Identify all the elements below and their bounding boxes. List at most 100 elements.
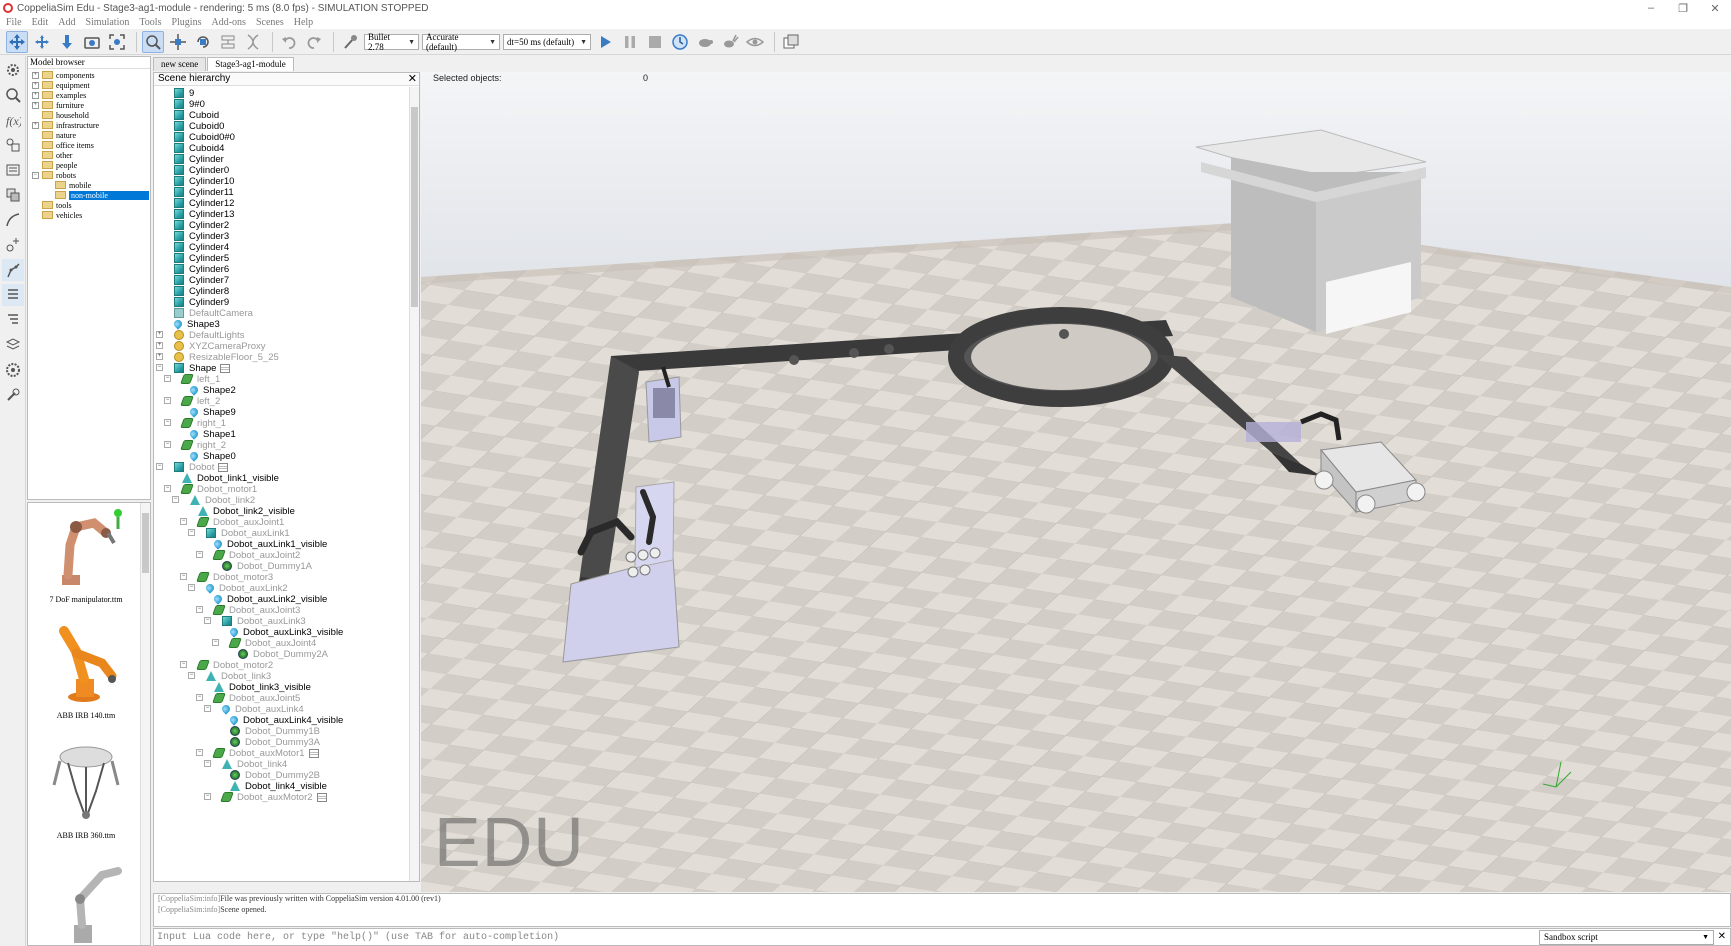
expand-icon[interactable]: +	[32, 91, 39, 99]
collapse-icon[interactable]: −	[196, 694, 203, 701]
model-folder-tools[interactable]: tools	[28, 200, 150, 210]
model-folder-components[interactable]: + components	[28, 70, 150, 80]
model-thumbnail-robot-4[interactable]	[36, 859, 136, 946]
tree-item[interactable]: Dobot_auxMotor2	[220, 791, 327, 803]
expand-icon[interactable]: +	[156, 353, 163, 360]
camera-pan-button[interactable]	[6, 30, 28, 53]
user-settings-button[interactable]	[2, 359, 24, 381]
path-edit-button[interactable]	[2, 209, 24, 231]
menu-simulation[interactable]: Simulation	[85, 17, 129, 28]
close-icon[interactable]: ✕	[1718, 931, 1726, 942]
fit-to-view-button[interactable]	[106, 31, 128, 53]
model-folder-vehicles[interactable]: vehicles	[28, 210, 150, 220]
collapse-icon[interactable]: −	[212, 639, 219, 646]
close-icon[interactable]: ✕	[408, 72, 417, 85]
menu-edit[interactable]: Edit	[32, 17, 49, 28]
scrollbar-thumb[interactable]	[142, 513, 149, 573]
collapse-icon[interactable]: −	[204, 793, 211, 800]
camera-angle-button[interactable]	[81, 31, 103, 53]
model-thumbnail-7dof[interactable]: 7 DoF manipulator.ttm	[36, 505, 136, 604]
menu-help[interactable]: Help	[294, 17, 313, 28]
model-folder-robots[interactable]: − robots	[28, 170, 150, 180]
slow-down-button[interactable]	[694, 31, 716, 53]
collapse-icon[interactable]: −	[204, 705, 211, 712]
expand-icon[interactable]: +	[32, 81, 39, 89]
script-icon[interactable]	[218, 462, 229, 472]
timestep-select[interactable]: dt=50 ms (default) ▼	[503, 33, 591, 50]
collapse-icon[interactable]: −	[32, 171, 39, 179]
collapse-icon[interactable]: −	[188, 529, 195, 536]
collapse-icon[interactable]: −	[164, 419, 171, 426]
tab-stage3-ag1-module[interactable]: Stage3-ag1-module	[207, 57, 294, 71]
stop-simulation-button[interactable]	[644, 31, 666, 53]
lua-command-input[interactable]: Input Lua code here, or type "help()" (u…	[154, 932, 1539, 943]
camera-shift-button[interactable]	[56, 31, 78, 53]
model-folder-equipment[interactable]: + equipment	[28, 80, 150, 90]
dynamics-content-button[interactable]	[339, 31, 361, 53]
collapse-icon[interactable]: −	[180, 518, 187, 525]
thumbnails-scrollbar[interactable]	[140, 503, 150, 945]
page-selector-button[interactable]	[780, 31, 802, 53]
scrollbar-thumb[interactable]	[411, 107, 418, 307]
menu-tools[interactable]: Tools	[139, 17, 161, 28]
undo-button[interactable]	[278, 31, 300, 53]
collapse-icon[interactable]: −	[164, 485, 171, 492]
collapse-icon[interactable]: −	[164, 397, 171, 404]
transfer-dna-button[interactable]	[242, 31, 264, 53]
collapse-icon[interactable]: −	[180, 573, 187, 580]
model-folder-mobile[interactable]: mobile	[28, 180, 150, 190]
simulation-settings-button[interactable]	[2, 59, 24, 81]
menu-add[interactable]: Add	[58, 17, 75, 28]
calc-modules-button[interactable]	[2, 234, 24, 256]
model-folder-examples[interactable]: + examples	[28, 90, 150, 100]
kinematics-button[interactable]	[2, 259, 24, 281]
script-icon[interactable]	[220, 363, 231, 373]
menu-addons[interactable]: Add-ons	[211, 17, 245, 28]
model-folder-household[interactable]: household	[28, 110, 150, 120]
expand-icon[interactable]: +	[156, 342, 163, 349]
scene-viewport[interactable]: Selected objects: 0 EDU	[421, 72, 1731, 892]
collapse-icon[interactable]: −	[196, 749, 203, 756]
object-shift-button[interactable]	[167, 31, 189, 53]
collapse-icon[interactable]: −	[156, 463, 163, 470]
pause-simulation-button[interactable]	[619, 31, 641, 53]
collapse-icon[interactable]: −	[172, 496, 179, 503]
scene-hierarchy-toggle-button[interactable]	[2, 309, 24, 331]
realtime-mode-button[interactable]	[669, 31, 691, 53]
expand-icon[interactable]: +	[32, 121, 39, 129]
customization-button[interactable]	[2, 384, 24, 406]
camera-rotate-button[interactable]	[31, 31, 53, 53]
collapse-icon[interactable]: −	[196, 606, 203, 613]
collapse-icon[interactable]: −	[156, 364, 163, 371]
model-browser-toggle-button[interactable]	[2, 284, 24, 306]
selection-button[interactable]	[2, 159, 24, 181]
script-target-select[interactable]: Sandbox script ▼	[1539, 929, 1714, 945]
object-rotate-button[interactable]	[192, 31, 214, 53]
layers-button[interactable]	[2, 184, 24, 206]
minimize-button[interactable]: –	[1635, 0, 1667, 16]
collapse-icon[interactable]: −	[196, 551, 203, 558]
visualization-toggle-button[interactable]	[744, 31, 766, 53]
physics-engine-select[interactable]: Bullet 2.78 ▼	[364, 32, 419, 52]
close-window-button[interactable]: ✕	[1699, 0, 1731, 16]
collapse-icon[interactable]: −	[204, 760, 211, 767]
expand-icon[interactable]: +	[156, 331, 163, 338]
model-folder-office-items[interactable]: office items	[28, 140, 150, 150]
model-folder-nature[interactable]: nature	[28, 130, 150, 140]
model-folder-people[interactable]: people	[28, 160, 150, 170]
layers-visibility-button[interactable]	[2, 334, 24, 356]
collision-detection-button[interactable]	[2, 84, 24, 106]
speed-up-button[interactable]	[719, 31, 741, 53]
expand-icon[interactable]: +	[32, 101, 39, 109]
accuracy-select[interactable]: Accurate (default) ▼	[422, 32, 500, 52]
assemble-button[interactable]	[217, 31, 239, 53]
collapse-icon[interactable]: −	[188, 584, 195, 591]
script-icon[interactable]	[316, 792, 327, 802]
collapse-icon[interactable]: −	[180, 661, 187, 668]
model-folder-infrastructure[interactable]: + infrastructure	[28, 120, 150, 130]
hierarchy-scrollbar[interactable]	[409, 87, 419, 881]
menu-file[interactable]: File	[6, 17, 22, 28]
start-simulation-button[interactable]	[594, 31, 616, 53]
tab-new-scene[interactable]: new scene	[153, 57, 207, 71]
menu-scenes[interactable]: Scenes	[256, 17, 284, 28]
